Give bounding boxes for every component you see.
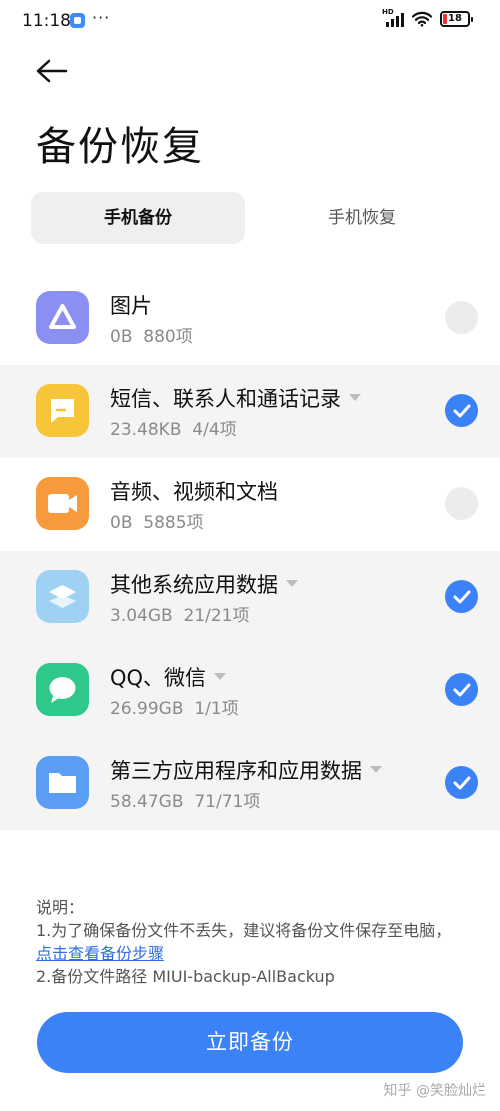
chat-icon	[36, 663, 89, 716]
status-time: 11:18	[22, 11, 71, 31]
item-meta: 23.48KB 4/4项	[110, 420, 237, 440]
item-checkbox[interactable]	[445, 301, 478, 334]
expand-caret-icon[interactable]	[214, 672, 227, 680]
more-notifications-icon: ···	[92, 8, 111, 27]
message-icon	[36, 384, 89, 437]
list-item-third-party-apps[interactable]: 第三方应用程序和应用数据 58.47GB 71/71项	[0, 737, 500, 830]
back-arrow-icon	[36, 59, 68, 83]
check-icon	[453, 683, 471, 697]
item-checkbox[interactable]	[445, 766, 478, 799]
watermark: 知乎 @笑脸灿烂	[383, 1083, 486, 1099]
expand-caret-icon[interactable]	[286, 579, 298, 587]
item-name: 第三方应用程序和应用数据	[110, 755, 382, 785]
item-checkbox[interactable]	[445, 487, 478, 520]
item-name: 其他系统应用数据	[110, 569, 298, 599]
item-meta: 0B 880项	[110, 327, 193, 347]
tab-phone-restore[interactable]: 手机恢复	[255, 192, 469, 244]
item-name: 音频、视频和文档	[110, 480, 278, 504]
expand-caret-icon[interactable]	[349, 393, 361, 401]
tab-phone-backup[interactable]: 手机备份	[31, 192, 245, 244]
app-notification-icon	[70, 13, 85, 28]
list-item-audio-video-docs[interactable]: 音频、视频和文档 0B 5885项	[0, 458, 500, 551]
cellular-signal-icon: HD	[382, 8, 404, 27]
layers-icon	[36, 570, 89, 623]
item-name: QQ、微信	[110, 662, 227, 692]
item-meta: 58.47GB 71/71项	[110, 792, 261, 812]
folder-icon	[36, 756, 89, 809]
page-title: 备份恢复	[36, 124, 204, 170]
expand-caret-icon[interactable]	[370, 765, 382, 773]
backup-item-list: 图片 0B 880项 短信、联系人和通话记录 23.48KB 4/4项 音频、视…	[0, 272, 500, 830]
status-bar: 11:18 ··· HD 18	[0, 0, 500, 44]
item-checkbox[interactable]	[445, 394, 478, 427]
check-icon	[453, 776, 471, 790]
back-button[interactable]	[34, 56, 70, 86]
item-meta: 0B 5885项	[110, 513, 204, 533]
battery-icon: 18	[440, 11, 473, 27]
video-icon	[36, 477, 89, 530]
notes-line-2: 2.备份文件路径 MIUI-backup-AllBackup	[36, 967, 335, 986]
item-meta: 26.99GB 1/1项	[110, 699, 239, 719]
item-meta: 3.04GB 21/21项	[110, 606, 250, 626]
notes-line-1: 1.为了确保备份文件不丢失，建议将备份文件保存至电脑，点击查看备份步骤	[36, 921, 452, 963]
item-checkbox[interactable]	[445, 673, 478, 706]
item-checkbox[interactable]	[445, 580, 478, 613]
list-item-qq-wechat[interactable]: QQ、微信 26.99GB 1/1项	[0, 644, 500, 737]
tab-bar: 手机备份 手机恢复	[31, 192, 469, 244]
list-item-system-app-data[interactable]: 其他系统应用数据 3.04GB 21/21项	[0, 551, 500, 644]
notes-heading: 说明：	[36, 898, 85, 917]
backup-now-button[interactable]: 立即备份	[37, 1012, 463, 1073]
check-icon	[453, 590, 471, 604]
item-name: 图片	[110, 294, 152, 318]
wifi-icon	[412, 11, 432, 27]
list-item-sms-contacts[interactable]: 短信、联系人和通话记录 23.48KB 4/4项	[0, 365, 500, 458]
backup-steps-link[interactable]: 点击查看备份步骤	[36, 944, 164, 963]
list-item-images[interactable]: 图片 0B 880项	[0, 272, 500, 365]
check-icon	[453, 404, 471, 418]
image-icon	[36, 291, 89, 344]
backup-notes: 说明： 1.为了确保备份文件不丢失，建议将备份文件保存至电脑，点击查看备份步骤 …	[36, 896, 466, 988]
item-name: 短信、联系人和通话记录	[110, 383, 361, 413]
